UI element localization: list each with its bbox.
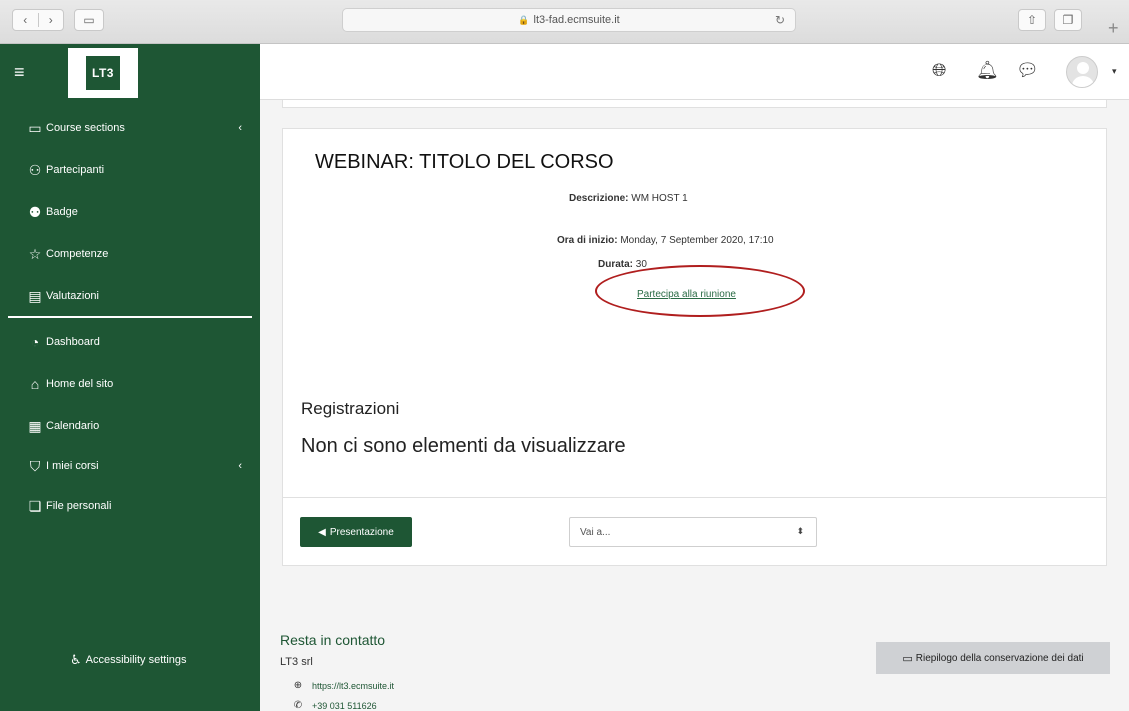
footer-website-row: ⊕ https://lt3.ecmsuite.it: [292, 680, 394, 691]
triangle-left-icon: ◀: [318, 526, 326, 538]
sidebar-item-label: Calendario: [46, 420, 100, 432]
recordings-heading: Registrazioni: [301, 399, 400, 418]
data-retention-label: Riepilogo della conservazione dei dati: [915, 652, 1084, 664]
graduation-cap-icon: ⛉: [29, 457, 41, 474]
previous-activity-button[interactable]: ◀ Presentazione: [300, 517, 412, 547]
footer-contact-title: Resta in contatto: [280, 632, 386, 648]
description-label: Descrizione:: [569, 193, 629, 204]
previous-block-edge: [282, 100, 1107, 108]
forward-icon[interactable]: ›: [37, 13, 64, 27]
data-retention-summary-button[interactable]: ▭ Riepilogo della conservazione dei dati: [876, 642, 1110, 674]
recordings-empty-message: Non ci sono elementi da visualizzare: [301, 435, 626, 457]
description-row: Descrizione: WM HOST 1: [569, 193, 688, 204]
sidebar-item-label: Dashboard: [46, 336, 100, 348]
folder-icon: ▭: [28, 119, 42, 136]
sidebar-item-valutazioni[interactable]: ▤ Valutazioni: [26, 282, 246, 310]
sidebar-item-course-sections[interactable]: ▭ Course sections ‹: [26, 114, 246, 142]
accessibility-settings-link[interactable]: ♿︎ Accessibility settings: [70, 652, 187, 668]
share-button[interactable]: ⇧: [1018, 9, 1046, 31]
navbar-brand-area: ≡ LT3: [0, 44, 260, 100]
card-divider: [283, 497, 1106, 498]
sidebar-icon: ▭: [83, 13, 95, 27]
sidebar-item-partecipanti[interactable]: ⚇ Partecipanti: [26, 156, 246, 184]
tabs-button[interactable]: ❐: [1054, 9, 1082, 31]
users-icon: ⚇: [28, 161, 42, 178]
highlight-ellipse: [595, 265, 805, 317]
gradebook-icon: ▤: [28, 287, 42, 304]
phone-icon: ✆: [293, 700, 303, 711]
accessibility-icon: ♿︎: [70, 652, 82, 667]
site-logo[interactable]: LT3: [68, 48, 138, 98]
calendar-icon: ▦: [28, 417, 42, 434]
chevron-left-icon: ‹: [238, 122, 242, 134]
hamburger-icon[interactable]: ≡: [14, 62, 25, 83]
previous-activity-label: Presentazione: [329, 526, 394, 538]
top-navbar: ≡ LT3 🌐︎ 🔔︎ 💬︎ ▾: [0, 44, 1129, 100]
folder-icon: ▭: [902, 652, 913, 665]
sidebar-item-badge[interactable]: ⚉ Badge: [26, 198, 246, 226]
start-time-label: Ora di inizio:: [557, 235, 618, 246]
sidebar-item-dashboard[interactable]: ◔ Dashboard: [26, 328, 246, 356]
jump-to-select[interactable]: Vai a... ⬍: [569, 517, 817, 547]
sidebar-item-label: Competenze: [46, 248, 109, 260]
messages-chat-icon[interactable]: 💬︎: [1016, 60, 1039, 81]
sidebar-item-label: File personali: [46, 500, 112, 512]
sidebar-item-label: I miei corsi: [46, 460, 99, 472]
sidebar-item-competenze[interactable]: ☆ Competenze: [26, 240, 246, 268]
sidebar-item-label: Badge: [46, 206, 78, 218]
dashboard-icon: ◔: [30, 334, 40, 350]
sidebar-item-label: Course sections: [46, 122, 125, 134]
logo-mark: LT3: [86, 56, 120, 90]
footer-website-link[interactable]: https://lt3.ecmsuite.it: [312, 681, 394, 691]
course-title: WEBINAR: TITOLO DEL CORSO: [315, 151, 614, 173]
notifications-bell-icon[interactable]: 🔔︎: [976, 60, 999, 81]
duration-row: Durata: 30: [598, 259, 647, 270]
sidebar-divider: [8, 316, 252, 318]
accessibility-label: Accessibility settings: [85, 654, 187, 666]
sidebar-item-my-courses[interactable]: ⛉ I miei corsi ‹: [26, 452, 246, 480]
address-bar[interactable]: 🔒 lt3-fad.ecmsuite.it ↻: [342, 8, 796, 32]
browser-chrome: ‹ › ▭ 🔒 lt3-fad.ecmsuite.it ↻ ⇧ ❐ +: [0, 0, 1129, 44]
reload-icon[interactable]: ↻: [775, 13, 785, 27]
tabs-icon: ❐: [1062, 13, 1074, 27]
sidebar-item-label: Partecipanti: [46, 164, 105, 176]
user-avatar[interactable]: [1066, 56, 1098, 88]
lock-icon: 🔒: [518, 14, 530, 25]
browser-sidebar-button[interactable]: ▭: [74, 9, 104, 31]
left-sidebar: ▭ Course sections ‹ ⚇ Partecipanti ⚉ Bad…: [0, 100, 260, 711]
duration-label: Durata:: [598, 259, 634, 270]
start-time-value: Monday, 7 September 2020, 17:10: [620, 235, 774, 246]
start-time-row: Ora di inizio: Monday, 7 September 2020,…: [557, 235, 774, 246]
footer-phone: +39 031 511626: [312, 700, 377, 711]
globe-icon: ⊕: [293, 680, 303, 691]
home-icon: ⌂: [30, 376, 40, 392]
back-icon[interactable]: ‹: [13, 13, 38, 27]
user-menu-caret-icon[interactable]: ▾: [1112, 66, 1117, 77]
chevron-left-icon: ‹: [238, 460, 242, 472]
badge-icon: ⚉: [28, 203, 42, 220]
plus-icon: +: [1108, 18, 1119, 38]
sidebar-item-private-files[interactable]: ❏ File personali: [26, 492, 246, 520]
footer-company: LT3 srl: [280, 656, 313, 668]
select-arrows-icon: ⬍: [796, 526, 804, 536]
new-tab-button[interactable]: +: [1108, 18, 1119, 39]
activity-card: WEBINAR: TITOLO DEL CORSO Descrizione: W…: [282, 128, 1107, 566]
sidebar-item-calendario[interactable]: ▦ Calendario: [26, 412, 246, 440]
footer-phone-row: ✆ +39 031 511626: [292, 700, 377, 711]
description-value: WM HOST 1: [631, 193, 688, 204]
jump-to-selected-value: Vai a...: [580, 526, 611, 538]
language-globe-icon[interactable]: 🌐︎: [932, 60, 946, 81]
files-icon: ❏: [28, 497, 42, 514]
sidebar-item-label: Valutazioni: [46, 290, 99, 302]
back-forward-buttons[interactable]: ‹ ›: [12, 9, 64, 31]
star-icon: ☆: [28, 245, 42, 262]
sidebar-item-label: Home del sito: [46, 378, 114, 390]
sidebar-item-home[interactable]: ⌂ Home del sito: [26, 370, 246, 398]
address-text: lt3-fad.ecmsuite.it: [533, 14, 620, 26]
share-icon: ⇧: [1026, 13, 1038, 27]
